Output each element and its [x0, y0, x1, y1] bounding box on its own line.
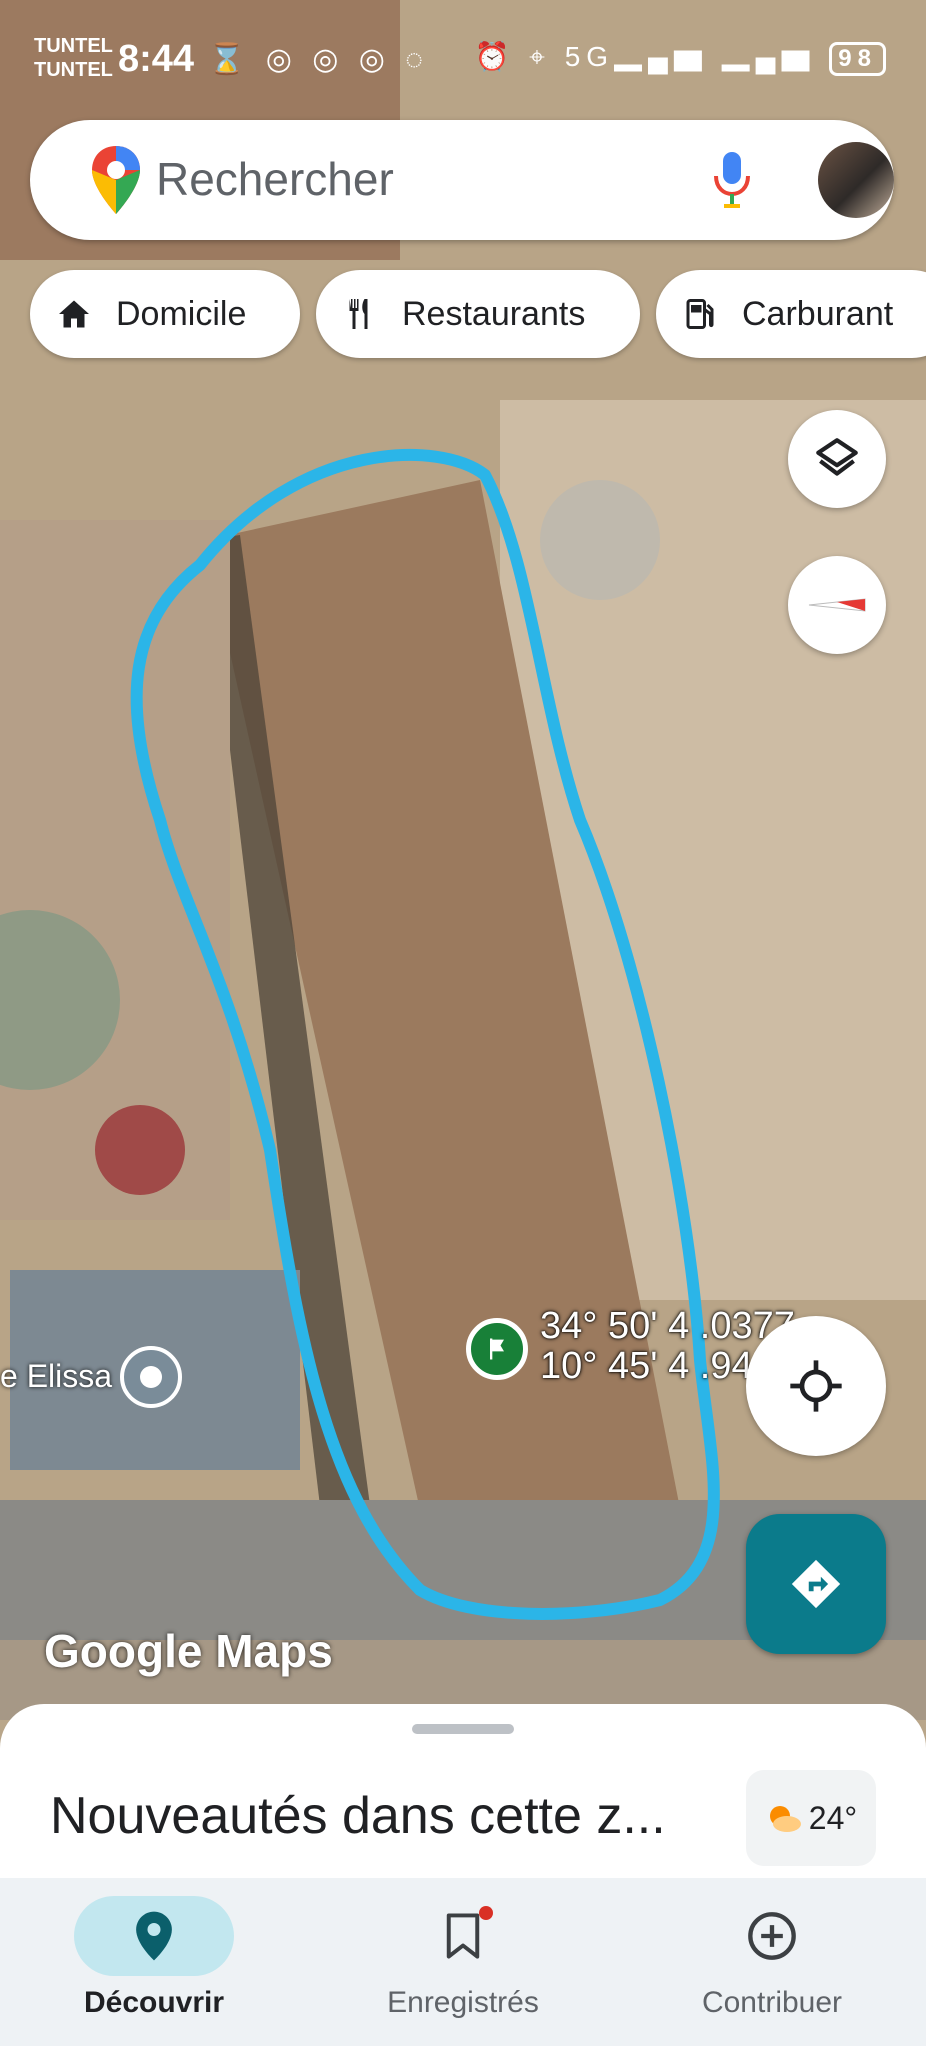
compass-icon [808, 598, 866, 612]
chip-label: Carburant [742, 294, 894, 333]
notification-dot [479, 1906, 493, 1920]
profile-avatar[interactable] [818, 142, 894, 218]
sheet-drag-handle[interactable] [412, 1724, 514, 1734]
directions-button[interactable] [746, 1514, 886, 1654]
weather-icon [769, 1806, 801, 1832]
temperature: 24° [808, 1799, 858, 1836]
layers-icon [816, 438, 858, 476]
maps-pin-icon [92, 146, 140, 214]
flag-icon [490, 1338, 504, 1360]
weather-badge[interactable]: 24° [746, 1770, 876, 1866]
crosshair-icon [790, 1360, 842, 1412]
my-location-button[interactable] [746, 1316, 886, 1456]
chip-carburant[interactable]: Carburant [656, 270, 926, 358]
system-icons: ⏰ ⌖ 5G▂▄▆ ▂▄▆ 98 [475, 40, 886, 76]
search-input[interactable]: Rechercher [156, 152, 394, 206]
search-bar[interactable]: Rechercher [30, 120, 894, 240]
microphone-icon[interactable] [710, 150, 754, 210]
nav-contribuer[interactable]: Contribuer [622, 1896, 922, 2036]
sheet-title[interactable]: Nouveautés dans cette z... [50, 1786, 666, 1846]
battery-indicator: 98 [829, 42, 886, 76]
place-pin-icon[interactable] [120, 1346, 182, 1408]
bottom-navigation: Découvrir Enregistrés Contribuer [0, 1878, 926, 2046]
bookmark-icon [383, 1896, 543, 1976]
status-bar: TUNTEL TUNTEL 8:44 ⌛ ◎ ◎ ◎ ◌ ⏰ ⌖ 5G▂▄▆ ▂… [0, 30, 926, 90]
nav-label: Découvrir [83, 1986, 225, 2019]
gas-station-icon [682, 294, 722, 334]
google-maps-watermark: Google Maps [44, 1625, 333, 1677]
chip-domicile[interactable]: Domicile [30, 270, 300, 358]
place-label[interactable]: e Elissa [0, 1358, 112, 1395]
satellite-imagery [0, 0, 926, 1720]
fork-knife-icon [342, 294, 382, 334]
status-time: 8:44 [118, 38, 195, 80]
chip-label: Restaurants [402, 294, 586, 333]
nav-enregistres[interactable]: Enregistrés [313, 1896, 613, 2036]
layers-button[interactable] [788, 410, 886, 508]
home-icon [56, 294, 96, 334]
chip-label: Domicile [116, 294, 247, 333]
explore-pin-icon [74, 1896, 234, 1976]
chip-restaurants[interactable]: Restaurants [316, 270, 640, 358]
carrier-labels: TUNTEL TUNTEL [34, 35, 113, 81]
flag-marker[interactable] [466, 1318, 528, 1380]
nav-decouvrir[interactable]: Découvrir [4, 1896, 304, 2036]
nav-label: Contribuer [701, 1986, 843, 2019]
compass-button[interactable] [788, 556, 886, 654]
directions-icon [791, 1559, 841, 1609]
notification-icons: ⌛ ◎ ◎ ◎ ◌ [208, 43, 430, 76]
nav-label: Enregistrés [387, 1986, 539, 2019]
map-view[interactable]: TUNTEL TUNTEL 8:44 ⌛ ◎ ◎ ◎ ◌ ⏰ ⌖ 5G▂▄▆ ▂… [0, 0, 926, 1720]
add-circle-icon [692, 1896, 852, 1976]
